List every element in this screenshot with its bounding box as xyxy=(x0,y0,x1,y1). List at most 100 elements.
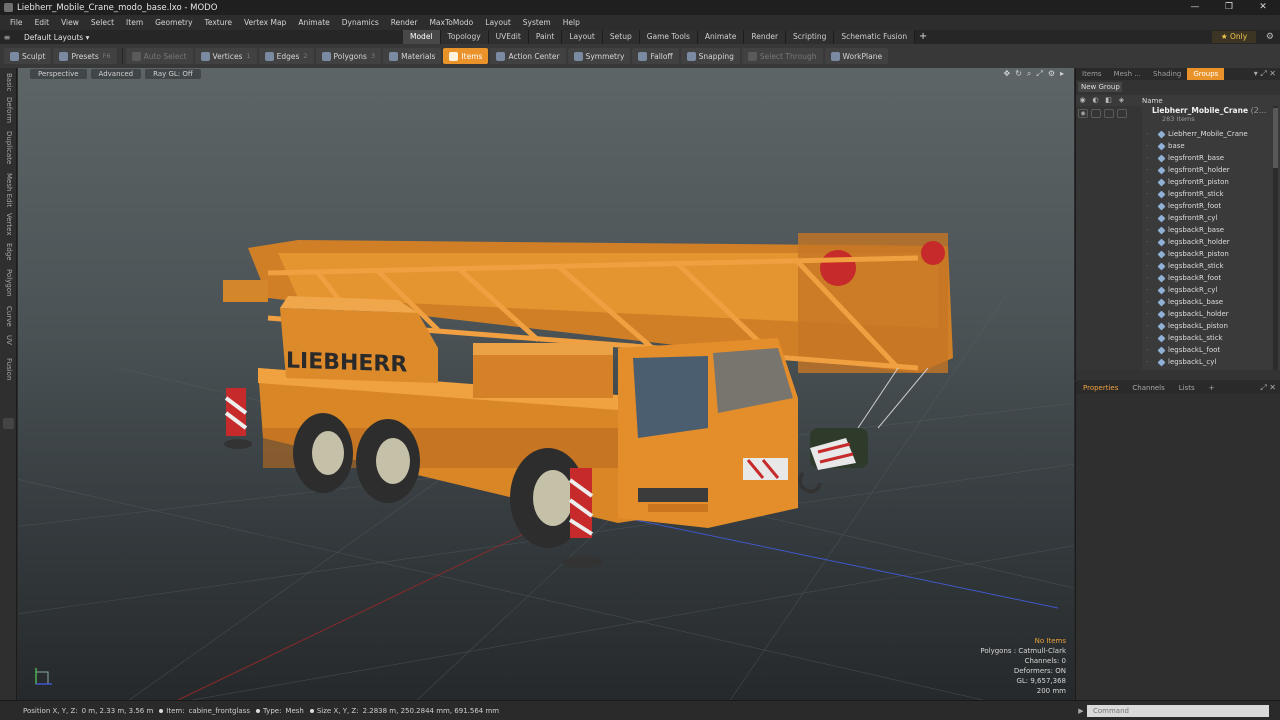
menu-render[interactable]: Render xyxy=(385,15,424,30)
vtab-curve[interactable]: Curve xyxy=(0,302,17,330)
tab-model[interactable]: Model xyxy=(403,30,441,44)
vtab-uv[interactable]: UV xyxy=(0,332,17,348)
perspective-button[interactable]: Perspective xyxy=(30,69,87,79)
tree-item[interactable]: · legsbackL_holder xyxy=(1146,308,1248,320)
tree-item[interactable]: · base xyxy=(1146,140,1248,152)
vtab-vertex[interactable]: Vertex xyxy=(0,210,17,238)
edges-button[interactable]: Edges 2 xyxy=(258,48,314,64)
tree-item[interactable]: · legsfrontR_base xyxy=(1146,152,1248,164)
tab-lists[interactable]: Lists xyxy=(1172,382,1202,394)
tree-item[interactable]: · legsfrontR_stick xyxy=(1146,188,1248,200)
rotate-view-icon[interactable]: ↻ xyxy=(1015,68,1022,80)
add-tab-button[interactable]: + xyxy=(915,30,931,44)
ray-gl-button[interactable]: Ray GL: Off xyxy=(145,69,201,79)
name-column-header[interactable]: Name xyxy=(1142,97,1163,105)
tree-item[interactable]: · legsbackR_holder xyxy=(1146,236,1248,248)
items-button[interactable]: Items xyxy=(443,48,489,64)
properties-options-icon[interactable]: ⤢ ✕ xyxy=(1260,383,1280,393)
render-icon[interactable]: ◐ xyxy=(1089,95,1102,106)
move-view-icon[interactable]: ✥ xyxy=(1004,68,1011,80)
menu-texture[interactable]: Texture xyxy=(199,15,238,30)
view-settings-icon[interactable]: ⚙ xyxy=(1048,68,1055,80)
viewport-menu-icon[interactable]: ▸ xyxy=(1060,68,1064,80)
tab-mesh[interactable]: Mesh ... xyxy=(1108,68,1147,80)
materials-button[interactable]: Materials xyxy=(383,48,442,64)
tree-item[interactable]: · legsbackL_base xyxy=(1146,296,1248,308)
new-group-button[interactable]: New Group xyxy=(1078,82,1122,92)
root-visibility-toggles[interactable]: ◉ xyxy=(1078,109,1127,118)
vtab-polygon[interactable]: Polygon xyxy=(0,266,17,300)
tab-topology[interactable]: Topology xyxy=(440,30,489,44)
visibility-toggle[interactable]: ◉ xyxy=(1078,109,1088,118)
tab-properties[interactable]: Properties xyxy=(1076,382,1125,394)
tree-item[interactable]: · legsfrontR_foot xyxy=(1146,200,1248,212)
tab-uvedit[interactable]: UVEdit xyxy=(488,30,529,44)
tab-paint[interactable]: Paint xyxy=(528,30,563,44)
menu-system[interactable]: System xyxy=(517,15,557,30)
tab-render[interactable]: Render xyxy=(744,30,787,44)
sculpt-button[interactable]: Sculpt xyxy=(4,48,52,64)
vtab-mesh-edit[interactable]: Mesh Edit xyxy=(0,170,17,210)
tree-item[interactable]: · legsbackL_foot xyxy=(1146,344,1248,356)
tree-item[interactable]: · legsbackR_piston xyxy=(1146,248,1248,260)
tree-item[interactable]: · legsfrontR_cyl xyxy=(1146,212,1248,224)
zoom-view-icon[interactable]: ⌕ xyxy=(1027,68,1031,80)
tree-item[interactable]: · legsbackR_stick xyxy=(1146,260,1248,272)
menu-item[interactable]: Item xyxy=(120,15,149,30)
tab-items[interactable]: Items xyxy=(1076,68,1108,80)
tree-item[interactable]: · legsfrontR_piston xyxy=(1146,176,1248,188)
workplane-button[interactable]: WorkPlane xyxy=(824,48,889,64)
tab-shading[interactable]: Shading xyxy=(1147,68,1187,80)
menu-geometry[interactable]: Geometry xyxy=(149,15,198,30)
auto-select-button[interactable]: Auto Select xyxy=(125,48,193,64)
vtab-deform[interactable]: Deform xyxy=(0,96,17,124)
command-input[interactable] xyxy=(1087,704,1269,717)
add-panel-tab-button[interactable]: + xyxy=(1202,382,1222,394)
tab-schematic-fusion[interactable]: Schematic Fusion xyxy=(834,30,916,44)
vertices-button[interactable]: Vertices 1 xyxy=(194,48,257,64)
tab-setup[interactable]: Setup xyxy=(602,30,640,44)
tree-scrollbar[interactable] xyxy=(1273,106,1278,370)
vtab-fusion[interactable]: Fusion xyxy=(0,354,17,384)
presets-button[interactable]: Presets F6 xyxy=(53,48,117,64)
command-history-icon[interactable]: ▶ xyxy=(1075,707,1087,715)
tree-item[interactable]: · legsbackR_foot xyxy=(1146,272,1248,284)
scrollbar-thumb[interactable] xyxy=(1273,108,1278,168)
vtab-basic[interactable]: Basic xyxy=(0,70,17,94)
tree-item[interactable]: · legsfrontR_holder xyxy=(1146,164,1248,176)
action-center-button[interactable]: Action Center xyxy=(490,48,566,64)
tree-item[interactable]: · legsbackL_piston xyxy=(1146,320,1248,332)
menu-edit[interactable]: Edit xyxy=(29,15,56,30)
menu-view[interactable]: View xyxy=(55,15,85,30)
tab-animate[interactable]: Animate xyxy=(697,30,745,44)
vtab-edge[interactable]: Edge xyxy=(0,240,17,264)
3d-viewport[interactable]: LIEBHERR Perspective Advanced Ray GL: Of… xyxy=(18,68,1074,700)
fit-view-icon[interactable]: ⤢ xyxy=(1036,68,1042,80)
render-toggle[interactable] xyxy=(1091,109,1101,118)
menu-vertex-map[interactable]: Vertex Map xyxy=(238,15,292,30)
menu-select[interactable]: Select xyxy=(85,15,120,30)
menu-file[interactable]: File xyxy=(4,15,29,30)
only-button[interactable]: ★ Only xyxy=(1212,31,1256,43)
eye-icon[interactable]: ◉ xyxy=(1076,95,1089,106)
gear-icon[interactable]: ⚙ xyxy=(1266,30,1274,44)
select-through-button[interactable]: Select Through xyxy=(741,48,823,64)
layout-icon[interactable]: ≡ xyxy=(0,33,14,42)
tool-box-icon[interactable] xyxy=(3,418,14,429)
menu-dynamics[interactable]: Dynamics xyxy=(336,15,385,30)
menu-animate[interactable]: Animate xyxy=(292,15,335,30)
select-icon[interactable]: ◈ xyxy=(1115,95,1128,106)
lock-toggle[interactable] xyxy=(1104,109,1114,118)
tree-item[interactable]: · legsbackR_cyl xyxy=(1146,284,1248,296)
tree-item[interactable]: · legsbackL_stick xyxy=(1146,332,1248,344)
tab-layout[interactable]: Layout xyxy=(562,30,603,44)
snapping-button[interactable]: Snapping xyxy=(680,48,740,64)
maximize-button[interactable]: ❐ xyxy=(1212,0,1246,15)
root-group[interactable]: Liebherr_Mobile_Crane (2... 283 Items xyxy=(1152,106,1266,123)
lock-icon[interactable]: ◧ xyxy=(1102,95,1115,106)
layout-select[interactable]: Default Layouts ▾ xyxy=(14,33,99,42)
advanced-button[interactable]: Advanced xyxy=(90,69,142,79)
tree-item[interactable]: · legsbackL_cyl xyxy=(1146,356,1248,368)
vtab-duplicate[interactable]: Duplicate xyxy=(0,128,17,168)
tab-channels[interactable]: Channels xyxy=(1125,382,1171,394)
